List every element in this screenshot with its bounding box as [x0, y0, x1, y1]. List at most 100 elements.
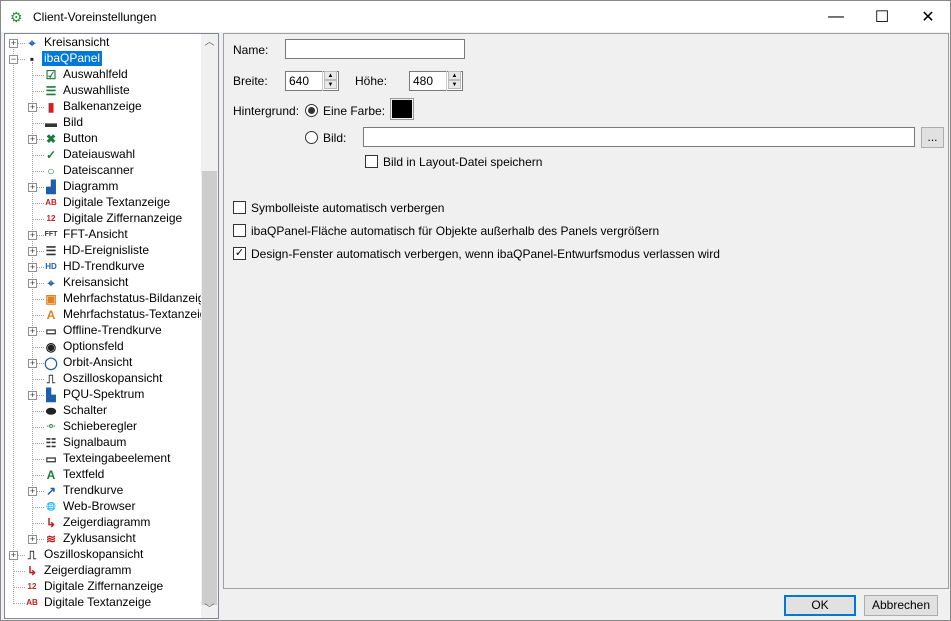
- browse-button[interactable]: ...: [921, 127, 944, 148]
- background-label: Hintergrund:: [233, 104, 300, 118]
- tree-item-label: Offline-Trendkurve: [63, 323, 162, 337]
- tree-item[interactable]: + ☰ HD-Ereignisliste: [5, 243, 203, 259]
- tree-item[interactable]: + ⌖ Kreisansicht: [5, 35, 203, 51]
- tree-item[interactable]: ☑ Auswahlfeld: [5, 67, 203, 83]
- tree-item[interactable]: A Textfeld: [5, 467, 203, 483]
- tree-item-label: Digitale Textanzeige: [44, 595, 152, 609]
- tree-item[interactable]: + FFT FFT-Ansicht: [5, 227, 203, 243]
- color-swatch-button[interactable]: [390, 98, 414, 120]
- tree-item[interactable]: ↳ Zeigerdiagramm: [5, 563, 203, 579]
- tree-item[interactable]: + ▮ Balkenanzeige: [5, 99, 203, 115]
- close-button[interactable]: ✕: [905, 1, 951, 32]
- scroll-down-icon[interactable]: ﹀: [201, 601, 218, 618]
- ok-button[interactable]: OK: [784, 595, 856, 616]
- scroll-up-icon[interactable]: ︿: [201, 34, 218, 51]
- expand-icon[interactable]: +: [28, 183, 37, 192]
- checkbox-field-icon: ☑: [45, 68, 57, 82]
- expand-icon[interactable]: +: [9, 39, 18, 48]
- expand-icon[interactable]: +: [28, 487, 37, 496]
- tree-item[interactable]: + ▙ PQU-Spektrum: [5, 387, 203, 403]
- tree-item[interactable]: 12 Digitale Ziffernanzeige: [5, 211, 203, 227]
- minimize-button[interactable]: —: [813, 1, 859, 32]
- expand-icon[interactable]: +: [28, 263, 37, 272]
- collapse-icon[interactable]: −: [9, 55, 18, 64]
- tree-item[interactable]: ☰ Auswahlliste: [5, 83, 203, 99]
- hide-design-window-checkbox[interactable]: ✓: [233, 247, 246, 260]
- tree-item-label: Schieberegler: [63, 419, 138, 433]
- tree-item[interactable]: ○ Dateiscanner: [5, 163, 203, 179]
- expand-icon[interactable]: +: [28, 391, 37, 400]
- tree-item[interactable]: + ≋ Zyklusansicht: [5, 531, 203, 547]
- color-radio[interactable]: [305, 104, 318, 117]
- height-up-icon[interactable]: ▲: [448, 71, 461, 80]
- hide-toolbar-checkbox[interactable]: [233, 201, 246, 214]
- height-stepper[interactable]: 480 ▲ ▼: [409, 71, 463, 91]
- tree-item[interactable]: 12 Digitale Ziffernanzeige: [5, 579, 203, 595]
- multistate-image-icon: ▣: [45, 292, 57, 306]
- tree-item[interactable]: 🌐 Web-Browser: [5, 499, 203, 515]
- tree-item[interactable]: ⎍ Oszilloskopansicht: [5, 371, 203, 387]
- tree-item-label: PQU-Spektrum: [63, 387, 145, 401]
- color-option-label: Eine Farbe:: [323, 104, 386, 118]
- image-path-input[interactable]: [363, 127, 915, 147]
- expand-icon[interactable]: +: [28, 359, 37, 368]
- width-down-icon[interactable]: ▼: [324, 80, 337, 89]
- expand-icon[interactable]: +: [28, 103, 37, 112]
- digital-number-icon: 12: [27, 582, 37, 591]
- component-tree[interactable]: + ⌖ Kreisansicht − ▪ ibaQPanel ☑ Auswahlfeld ☰ Au…: [4, 33, 219, 619]
- hide-toolbar-label: Symbolleiste automatisch verbergen: [251, 201, 445, 215]
- tree-item-label: Zeigerdiagramm: [44, 563, 132, 577]
- tree-item[interactable]: + HD HD-Trendkurve: [5, 259, 203, 275]
- auto-enlarge-checkbox[interactable]: [233, 224, 246, 237]
- cancel-button[interactable]: Abbrechen: [864, 595, 938, 616]
- maximize-button[interactable]: ☐: [859, 1, 905, 32]
- expand-icon[interactable]: +: [28, 135, 37, 144]
- hide-design-window-label: Design-Fenster automatisch verbergen, we…: [251, 247, 720, 261]
- tree-item[interactable]: + ✖ Button: [5, 131, 203, 147]
- tree-item[interactable]: − ▪ ibaQPanel: [5, 51, 203, 67]
- tree-item-label: Trendkurve: [63, 483, 124, 497]
- tree-item[interactable]: ◉ Optionsfeld: [5, 339, 203, 355]
- tree-item-label: Dateiauswahl: [63, 147, 136, 161]
- tree-item[interactable]: ✓ Dateiauswahl: [5, 147, 203, 163]
- cycle-view-icon: ≋: [45, 532, 57, 546]
- expand-icon[interactable]: +: [28, 247, 37, 256]
- tree-item-label: ibaQPanel: [42, 51, 103, 66]
- bar-display-icon: ▮: [47, 100, 55, 114]
- tree-item[interactable]: + ⎍ Oszilloskopansicht: [5, 547, 203, 563]
- tree-item[interactable]: ▣ Mehrfachstatus-Bildanzeige: [5, 291, 211, 307]
- tree-item[interactable]: + ◯ Orbit-Ansicht: [5, 355, 203, 371]
- tree-item-label: Button: [63, 131, 98, 145]
- switch-icon: ⬬: [45, 404, 57, 418]
- expand-icon[interactable]: +: [28, 279, 37, 288]
- tree-item[interactable]: + ▭ Offline-Trendkurve: [5, 323, 203, 339]
- tree-item[interactable]: ⬬ Schalter: [5, 403, 203, 419]
- tree-item[interactable]: + ⌖ Kreisansicht: [5, 275, 203, 291]
- tree-item[interactable]: + ↗ Trendkurve: [5, 483, 203, 499]
- width-up-icon[interactable]: ▲: [324, 71, 337, 80]
- tree-item[interactable]: A Mehrfachstatus-Textanzeige: [5, 307, 213, 323]
- tree-item[interactable]: AB Digitale Textanzeige: [5, 195, 203, 211]
- tree-item[interactable]: + ▟ Diagramm: [5, 179, 203, 195]
- expand-icon[interactable]: +: [28, 231, 37, 240]
- scrollbar-thumb[interactable]: [202, 171, 217, 605]
- name-input[interactable]: [285, 39, 465, 59]
- expand-icon[interactable]: +: [28, 327, 37, 336]
- width-stepper[interactable]: 640 ▲ ▼: [285, 71, 339, 91]
- circle-view-icon: ⌖: [47, 276, 55, 290]
- tree-item[interactable]: ☷ Signalbaum: [5, 435, 203, 451]
- expand-icon[interactable]: +: [9, 551, 18, 560]
- tree-item[interactable]: ▬ Bild: [5, 115, 203, 131]
- tree-item[interactable]: -o- Schieberegler: [5, 419, 203, 435]
- image-radio[interactable]: [305, 131, 318, 144]
- selection-list-icon: ☰: [45, 84, 57, 98]
- height-down-icon[interactable]: ▼: [448, 80, 461, 89]
- expand-icon[interactable]: +: [28, 535, 37, 544]
- tree-item-label: Diagramm: [63, 179, 119, 193]
- tree-scrollbar[interactable]: ︿ ﹀: [201, 34, 218, 618]
- tree-item[interactable]: ▭ Texteingabeelement: [5, 451, 203, 467]
- save-image-checkbox[interactable]: [365, 155, 378, 168]
- tree-item[interactable]: ↳ Zeigerdiagramm: [5, 515, 203, 531]
- width-label: Breite:: [233, 74, 268, 88]
- tree-item[interactable]: AB Digitale Textanzeige: [5, 595, 203, 611]
